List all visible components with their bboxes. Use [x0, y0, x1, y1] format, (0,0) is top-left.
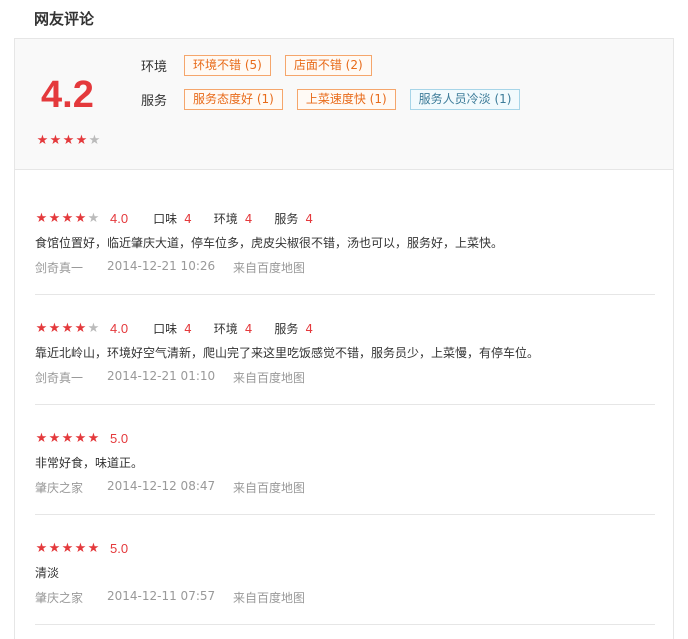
review-source: 来自百度地图: [233, 481, 306, 495]
review-item: ★ ★ ★ ★ ★ 4.0 口味 4 环境 4 服务 4 靠近北岭山，环境好空气清新，爬山完了…: [35, 320, 655, 386]
review-source: 来自百度地图: [233, 591, 306, 605]
tag-row-environment: 环境 环境不错 (5) 店面不错 (2): [141, 55, 386, 76]
tag-environment-good[interactable]: 环境不错 (5): [184, 55, 271, 76]
star-icon: ★: [88, 133, 101, 148]
tag-staff-cold[interactable]: 服务人员冷淡 (1): [409, 89, 521, 110]
section-title: 网友评论: [34, 10, 95, 28]
review-author[interactable]: 剑奇真一: [35, 259, 107, 276]
star-icon: ★: [74, 430, 87, 446]
tag-storefront-good[interactable]: 店面不错 (2): [284, 55, 372, 76]
rating-summary: 4.2 ★ ★ ★ ★ ★ 环境 环境不错 (5) 店面不错 (2) 服务 服务态度好 …: [15, 39, 673, 170]
sub-score-service: 服务 4: [274, 211, 314, 226]
star-rating: ★ ★ ★ ★ ★: [35, 432, 100, 445]
star-icon: ★: [61, 540, 74, 556]
review-time: 2014-12-21 10:26: [107, 259, 216, 273]
tag-row-service: 服务 服务态度好 (1) 上菜速度快 (1) 服务人员冷淡 (1): [141, 89, 534, 110]
divider: [35, 624, 655, 625]
star-icon: ★: [87, 540, 100, 556]
star-icon: ★: [74, 320, 87, 336]
star-icon: ★: [49, 133, 62, 148]
review-author[interactable]: 剑奇真一: [35, 369, 107, 386]
star-icon: ★: [74, 540, 87, 556]
review-text: 食馆位置好，临近肇庆大道，停车位多，虎皮尖椒很不错，汤也可以，服务好，上菜快。: [35, 236, 504, 250]
star-icon: ★: [61, 210, 74, 226]
review-author[interactable]: 肇庆之家: [35, 479, 107, 496]
star-icon: ★: [87, 210, 100, 226]
review-time: 2014-12-11 07:57: [107, 589, 216, 603]
star-icon: ★: [36, 133, 49, 148]
review-author[interactable]: 肇庆之家: [35, 589, 107, 606]
star-icon: ★: [87, 430, 100, 446]
sub-score-taste: 口味 4: [153, 211, 192, 226]
review-item: ★ ★ ★ ★ ★ 5.0 清淡 肇庆之家 2014-12-11 07:57 来自百度地…: [35, 540, 655, 606]
sub-score-environment: 环境 4: [213, 321, 253, 336]
review-time: 2014-12-12 08:47: [107, 479, 216, 493]
review-time: 2014-12-21 01:10: [107, 369, 216, 383]
star-icon: ★: [74, 210, 87, 226]
review-source: 来自百度地图: [233, 371, 306, 385]
star-icon: ★: [48, 210, 61, 226]
review-meta: 肇庆之家 2014-12-12 08:47 来自百度地图: [35, 479, 655, 496]
star-icon: ★: [48, 320, 61, 336]
divider: [35, 514, 655, 515]
divider: [35, 294, 655, 295]
star-icon: ★: [62, 133, 75, 148]
review-item: ★ ★ ★ ★ ★ 5.0 非常好食，味道正。 肇庆之家 2014-12-12 08:4…: [35, 430, 655, 496]
star-icon: ★: [61, 320, 74, 336]
star-icon: ★: [35, 540, 48, 556]
star-icon: ★: [48, 540, 61, 556]
overall-stars: ★ ★ ★ ★ ★: [36, 129, 101, 148]
review-item: ★ ★ ★ ★ ★ 4.0 口味 4 环境 4 服务 4 食馆位置好，临近肇庆大道，停车位多，…: [35, 210, 655, 276]
review-meta: 剑奇真一 2014-12-21 01:10 来自百度地图: [35, 369, 655, 386]
review-score: 4.0: [110, 320, 129, 336]
star-icon: ★: [87, 320, 100, 336]
review-score: 4.0: [110, 210, 129, 226]
sub-score-environment: 环境 4: [213, 211, 253, 226]
review-text: 非常好食，味道正。: [35, 456, 144, 470]
divider: [35, 404, 655, 405]
review-text: 清淡: [35, 566, 60, 580]
star-rating: ★ ★ ★ ★ ★: [35, 322, 100, 335]
tag-serving-fast[interactable]: 上菜速度快 (1): [296, 89, 396, 110]
review-score: 5.0: [110, 540, 129, 556]
star-rating: ★ ★ ★ ★ ★: [36, 134, 101, 147]
tag-row-label: 服务: [141, 94, 168, 109]
review-meta: 剑奇真一 2014-12-21 10:26 来自百度地图: [35, 259, 655, 276]
sub-score-service: 服务 4: [274, 321, 314, 336]
star-rating: ★ ★ ★ ★ ★: [35, 542, 100, 555]
star-icon: ★: [75, 133, 88, 148]
star-icon: ★: [35, 430, 48, 446]
star-icon: ★: [61, 430, 74, 446]
reviews-panel: 4.2 ★ ★ ★ ★ ★ 环境 环境不错 (5) 店面不错 (2) 服务 服务态度好 …: [14, 38, 674, 639]
review-text: 靠近北岭山，环境好空气清新，爬山完了来这里吃饭感觉不错，服务员少，上菜慢，有停车…: [35, 346, 540, 360]
star-icon: ★: [48, 430, 61, 446]
review-meta: 肇庆之家 2014-12-11 07:57 来自百度地图: [35, 589, 655, 606]
star-icon: ★: [35, 320, 48, 336]
sub-score-taste: 口味 4: [153, 321, 192, 336]
star-rating: ★ ★ ★ ★ ★: [35, 212, 100, 225]
overall-score: 4.2: [41, 74, 94, 116]
tag-row-label: 环境: [141, 60, 168, 75]
star-icon: ★: [35, 210, 48, 226]
tag-service-attitude-good[interactable]: 服务态度好 (1): [184, 89, 283, 110]
review-score: 5.0: [110, 430, 129, 446]
review-source: 来自百度地图: [233, 261, 306, 275]
